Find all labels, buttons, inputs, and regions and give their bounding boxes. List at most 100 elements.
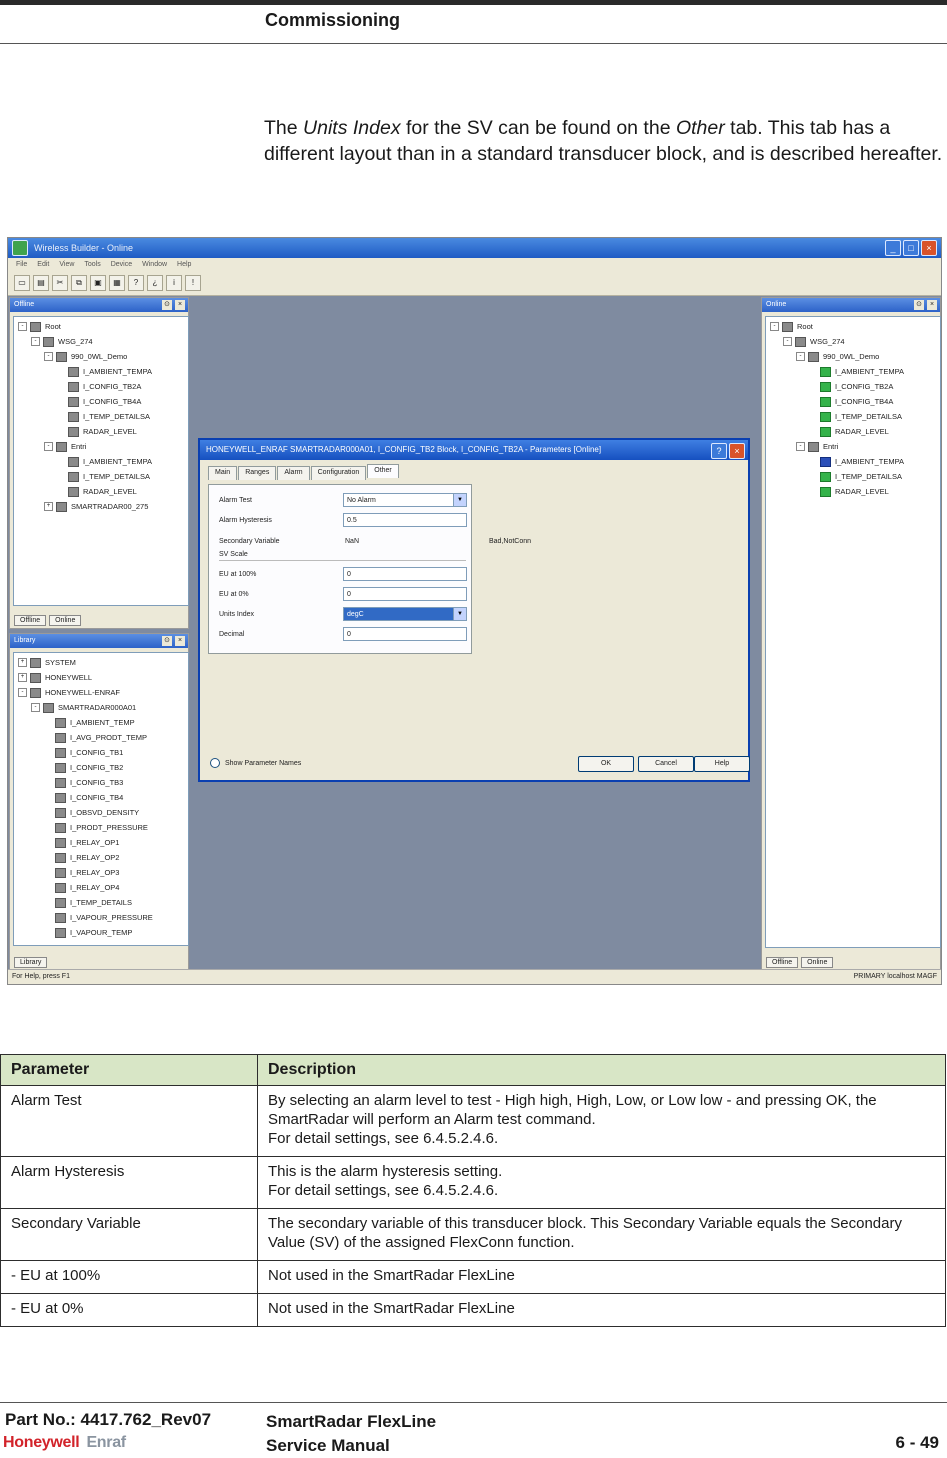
help-button[interactable]: Help — [694, 756, 750, 772]
tree-node[interactable]: - Entri — [770, 439, 940, 454]
tree-node[interactable]: I_TEMP_DETAILSA — [770, 469, 940, 484]
expand-icon[interactable]: + — [18, 673, 27, 682]
tree-node[interactable]: RADAR_LEVEL — [18, 424, 188, 439]
menu-item[interactable]: Tools — [84, 258, 100, 271]
menu-item[interactable]: View — [59, 258, 74, 271]
tree-node[interactable]: I_TEMP_DETAILS — [18, 895, 188, 910]
tree-node[interactable]: I_PRODT_PRESSURE — [18, 820, 188, 835]
pin-icon[interactable]: ⊙ — [914, 300, 924, 310]
tree-node[interactable]: I_RELAY_OP3 — [18, 865, 188, 880]
menu-item[interactable]: Device — [111, 258, 132, 271]
tree-node[interactable]: I_AMBIENT_TEMPA — [770, 454, 940, 469]
collapse-icon[interactable]: - — [44, 442, 53, 451]
grid-icon[interactable]: ▦ — [109, 275, 125, 291]
tab-configuration[interactable]: Configuration — [310, 466, 367, 480]
ok-button[interactable]: OK — [578, 756, 634, 772]
tree-node[interactable]: + SMARTRADAR00_275 — [18, 499, 188, 514]
copy-icon[interactable]: ⧉ — [71, 275, 87, 291]
tree-node[interactable]: RADAR_LEVEL — [18, 484, 188, 499]
menu-item[interactable]: Window — [142, 258, 167, 271]
tree-node[interactable]: RADAR_LEVEL — [770, 424, 940, 439]
collapse-icon[interactable]: - — [31, 703, 40, 712]
tree-node[interactable]: I_TEMP_DETAILSA — [770, 409, 940, 424]
new-icon[interactable]: ▭ — [14, 275, 30, 291]
tree-node[interactable]: I_CONFIG_TB2A — [18, 379, 188, 394]
tree-node[interactable]: I_TEMP_DETAILSA — [18, 409, 188, 424]
maximize-icon[interactable]: □ — [903, 240, 919, 256]
tree-node[interactable]: - Root — [770, 319, 940, 334]
collapse-icon[interactable]: - — [18, 688, 27, 697]
tree-node[interactable]: I_TEMP_DETAILSA — [18, 469, 188, 484]
alarm-test-select[interactable]: No Alarm ▼ — [343, 493, 467, 507]
tree-node[interactable]: + SYSTEM — [18, 655, 188, 670]
context-help-icon[interactable]: ¿ — [147, 275, 163, 291]
tree-node[interactable]: - SMARTRADAR000A01 — [18, 700, 188, 715]
expand-icon[interactable]: + — [44, 502, 53, 511]
tab-other[interactable]: Other — [367, 464, 399, 478]
collapse-icon[interactable]: - — [770, 322, 779, 331]
close-icon[interactable]: × — [175, 300, 185, 310]
close-icon[interactable]: × — [927, 300, 937, 310]
tree-node[interactable]: I_CONFIG_TB2 — [18, 760, 188, 775]
collapse-icon[interactable]: - — [796, 352, 805, 361]
tree-node[interactable]: I_AMBIENT_TEMPA — [18, 364, 188, 379]
eu-100-input[interactable]: 0 — [343, 567, 467, 581]
tree-node[interactable]: RADAR_LEVEL — [770, 484, 940, 499]
help-icon[interactable]: ? — [128, 275, 144, 291]
tab-alarm[interactable]: Alarm — [277, 466, 310, 480]
radio-icon[interactable] — [210, 758, 220, 768]
tree-node[interactable]: I_CONFIG_TB2A — [770, 379, 940, 394]
tree-node[interactable]: + HONEYWELL — [18, 670, 188, 685]
tree-node[interactable]: - WSG_274 — [18, 334, 188, 349]
units-index-select[interactable]: degC ▼ — [343, 607, 467, 621]
tree-node[interactable]: - HONEYWELL-ENRAF — [18, 685, 188, 700]
tree-node[interactable]: I_CONFIG_TB1 — [18, 745, 188, 760]
tree-node[interactable]: I_VAPOUR_TEMP — [18, 925, 188, 940]
tree-node[interactable]: - Entri — [18, 439, 188, 454]
menu-item[interactable]: Help — [177, 258, 191, 271]
pane-tab[interactable]: Offline — [14, 615, 47, 626]
tree-node[interactable]: I_RELAY_OP4 — [18, 880, 188, 895]
collapse-icon[interactable]: - — [18, 322, 27, 331]
menu-item[interactable]: Edit — [37, 258, 49, 271]
cancel-button[interactable]: Cancel — [638, 756, 694, 772]
decimal-input[interactable]: 0 — [343, 627, 467, 641]
collapse-icon[interactable]: - — [783, 337, 792, 346]
close-icon[interactable]: × — [921, 240, 937, 256]
tree-node[interactable]: I_AMBIENT_TEMPA — [770, 364, 940, 379]
collapse-icon[interactable]: - — [44, 352, 53, 361]
tree-node[interactable]: I_OBSVD_DENSITY — [18, 805, 188, 820]
pane-tab[interactable]: Offline — [766, 957, 799, 968]
tree-node[interactable]: I_AMBIENT_TEMPA — [18, 454, 188, 469]
close-icon[interactable]: × — [729, 443, 745, 459]
tree-node[interactable]: I_CONFIG_TB4A — [770, 394, 940, 409]
tree-node[interactable]: I_RELAY_OP2 — [18, 850, 188, 865]
alarm-hysteresis-input[interactable]: 0.5 — [343, 513, 467, 527]
pane-tab[interactable]: Library — [14, 957, 48, 968]
pane-tab[interactable]: Online — [49, 615, 82, 626]
cut-icon[interactable]: ✂ — [52, 275, 68, 291]
close-icon[interactable]: × — [175, 636, 185, 646]
tree-node[interactable]: I_CONFIG_TB4A — [18, 394, 188, 409]
info-icon[interactable]: i — [166, 275, 182, 291]
tab-ranges[interactable]: Ranges — [238, 466, 277, 480]
pin-icon[interactable]: ⊙ — [162, 636, 172, 646]
tree-node[interactable]: - Root — [18, 319, 188, 334]
tree-node[interactable]: I_AVG_PRODT_TEMP — [18, 730, 188, 745]
help-icon[interactable]: ? — [711, 443, 727, 459]
tab-main[interactable]: Main — [208, 466, 238, 480]
menu-item[interactable]: File — [16, 258, 27, 271]
open-icon[interactable]: ▤ — [33, 275, 49, 291]
pane-tab[interactable]: Online — [801, 957, 834, 968]
show-parameter-names-option[interactable]: Show Parameter Names — [210, 758, 301, 768]
tree-node[interactable]: I_CONFIG_TB4 — [18, 790, 188, 805]
about-icon[interactable]: ! — [185, 275, 201, 291]
tree-node[interactable]: I_RELAY_OP1 — [18, 835, 188, 850]
eu-0-input[interactable]: 0 — [343, 587, 467, 601]
tree-node[interactable]: I_VAPOUR_PRESSURE — [18, 910, 188, 925]
tree-node[interactable]: - 990_0WL_Demo — [18, 349, 188, 364]
tree-node[interactable]: - WSG_274 — [770, 334, 940, 349]
collapse-icon[interactable]: - — [796, 442, 805, 451]
expand-icon[interactable]: + — [18, 658, 27, 667]
tree-node[interactable]: I_CONFIG_TB3 — [18, 775, 188, 790]
